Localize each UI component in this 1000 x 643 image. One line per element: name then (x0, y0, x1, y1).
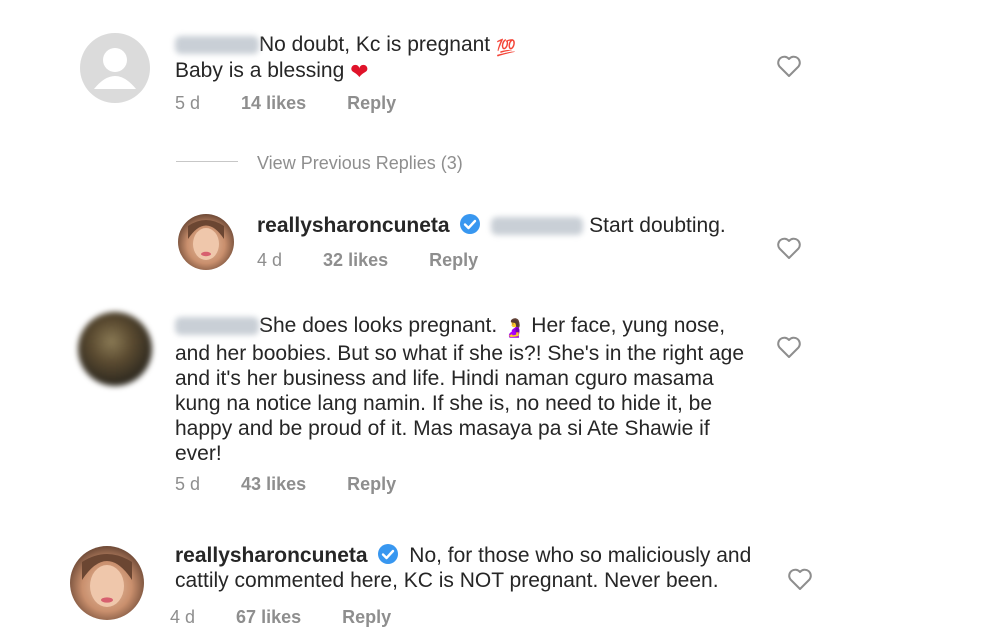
heart-icon[interactable] (776, 335, 802, 359)
comment-meta: 5 d 14 likes Reply (175, 93, 396, 114)
reply-button[interactable]: Reply (347, 93, 396, 113)
comment-body: No doubt, Kc is pregnant 💯 (175, 32, 516, 61)
commenter-avatar[interactable] (80, 33, 150, 103)
commenter-avatar[interactable] (70, 546, 144, 620)
comment-meta: 4 d 67 likes Reply (170, 607, 391, 628)
heart-icon[interactable] (776, 54, 802, 78)
comment-text-line: She does looks pregnant. (259, 314, 498, 337)
heart-icon[interactable] (776, 236, 802, 260)
likes-count[interactable]: 43 likes (241, 474, 306, 494)
comment-text-line: No, for those who so maliciously and (409, 544, 752, 567)
comment-line: cattily commented here, KC is NOT pregna… (175, 569, 719, 592)
replies-divider (176, 161, 238, 162)
comment-line: reallysharoncuneta No, for those who so … (175, 543, 785, 568)
comment-body-line2: Baby is a blessing ❤ (175, 58, 369, 84)
comment-line: ever! (175, 442, 222, 465)
default-user-icon (94, 48, 136, 89)
comment-meta: 5 d 43 likes Reply (175, 474, 396, 495)
comment-age: 5 d (175, 93, 201, 113)
comment-body: She does looks pregnant. 🤰 Her face, yun… (175, 313, 775, 466)
comment-text-line: Her face, yung nose, (531, 314, 726, 337)
comment-line: happy and be proud of it. Mas masaya pa … (175, 417, 710, 440)
reply-button[interactable]: Reply (342, 607, 391, 627)
reply-meta: 4 d 32 likes Reply (257, 250, 478, 271)
heart-icon[interactable] (787, 567, 813, 591)
red-heart-emoji-icon: ❤ (350, 59, 369, 84)
pregnant-woman-emoji-icon: 🤰 (503, 318, 526, 338)
comment-age: 4 d (257, 250, 283, 270)
username[interactable]: reallysharoncuneta (257, 214, 450, 237)
likes-count[interactable]: 14 likes (241, 93, 306, 113)
comment-line: She does looks pregnant. 🤰 Her face, yun… (175, 313, 775, 341)
reply-avatar[interactable] (178, 214, 234, 270)
comment-age: 4 d (170, 607, 196, 627)
blurred-username[interactable] (175, 36, 259, 55)
verified-badge-icon (378, 544, 399, 564)
hundred-emoji-icon: 💯 (496, 40, 516, 57)
comment-line: kung na notice lang namin. If she is, no… (175, 392, 713, 415)
blurred-mention[interactable] (491, 217, 584, 236)
comment-line: and her boobies. But so what if she is?!… (175, 342, 745, 365)
reply-body: reallysharoncuneta Start doubting. (257, 213, 726, 238)
reply-button[interactable]: Reply (429, 250, 478, 270)
username[interactable]: reallysharoncuneta (175, 544, 368, 567)
profile-photo-icon (82, 554, 132, 607)
reply-text: Start doubting. (589, 214, 726, 237)
comment-age: 5 d (175, 474, 201, 494)
comment-line: and it's her business and life. Hindi na… (175, 367, 714, 390)
verified-badge-icon (460, 214, 481, 234)
reply-button[interactable]: Reply (347, 474, 396, 494)
blurred-username[interactable] (175, 317, 259, 336)
comment-text-line: No doubt, Kc is pregnant (259, 33, 491, 56)
view-previous-replies-link[interactable]: View Previous Replies (3) (257, 153, 463, 174)
profile-photo-icon (188, 220, 224, 260)
comment-body: reallysharoncuneta No, for those who so … (175, 543, 785, 593)
likes-count[interactable]: 32 likes (323, 250, 388, 270)
comment-text-line: Baby is a blessing (175, 59, 345, 82)
commenter-avatar[interactable] (78, 312, 152, 386)
likes-count[interactable]: 67 likes (236, 607, 301, 627)
